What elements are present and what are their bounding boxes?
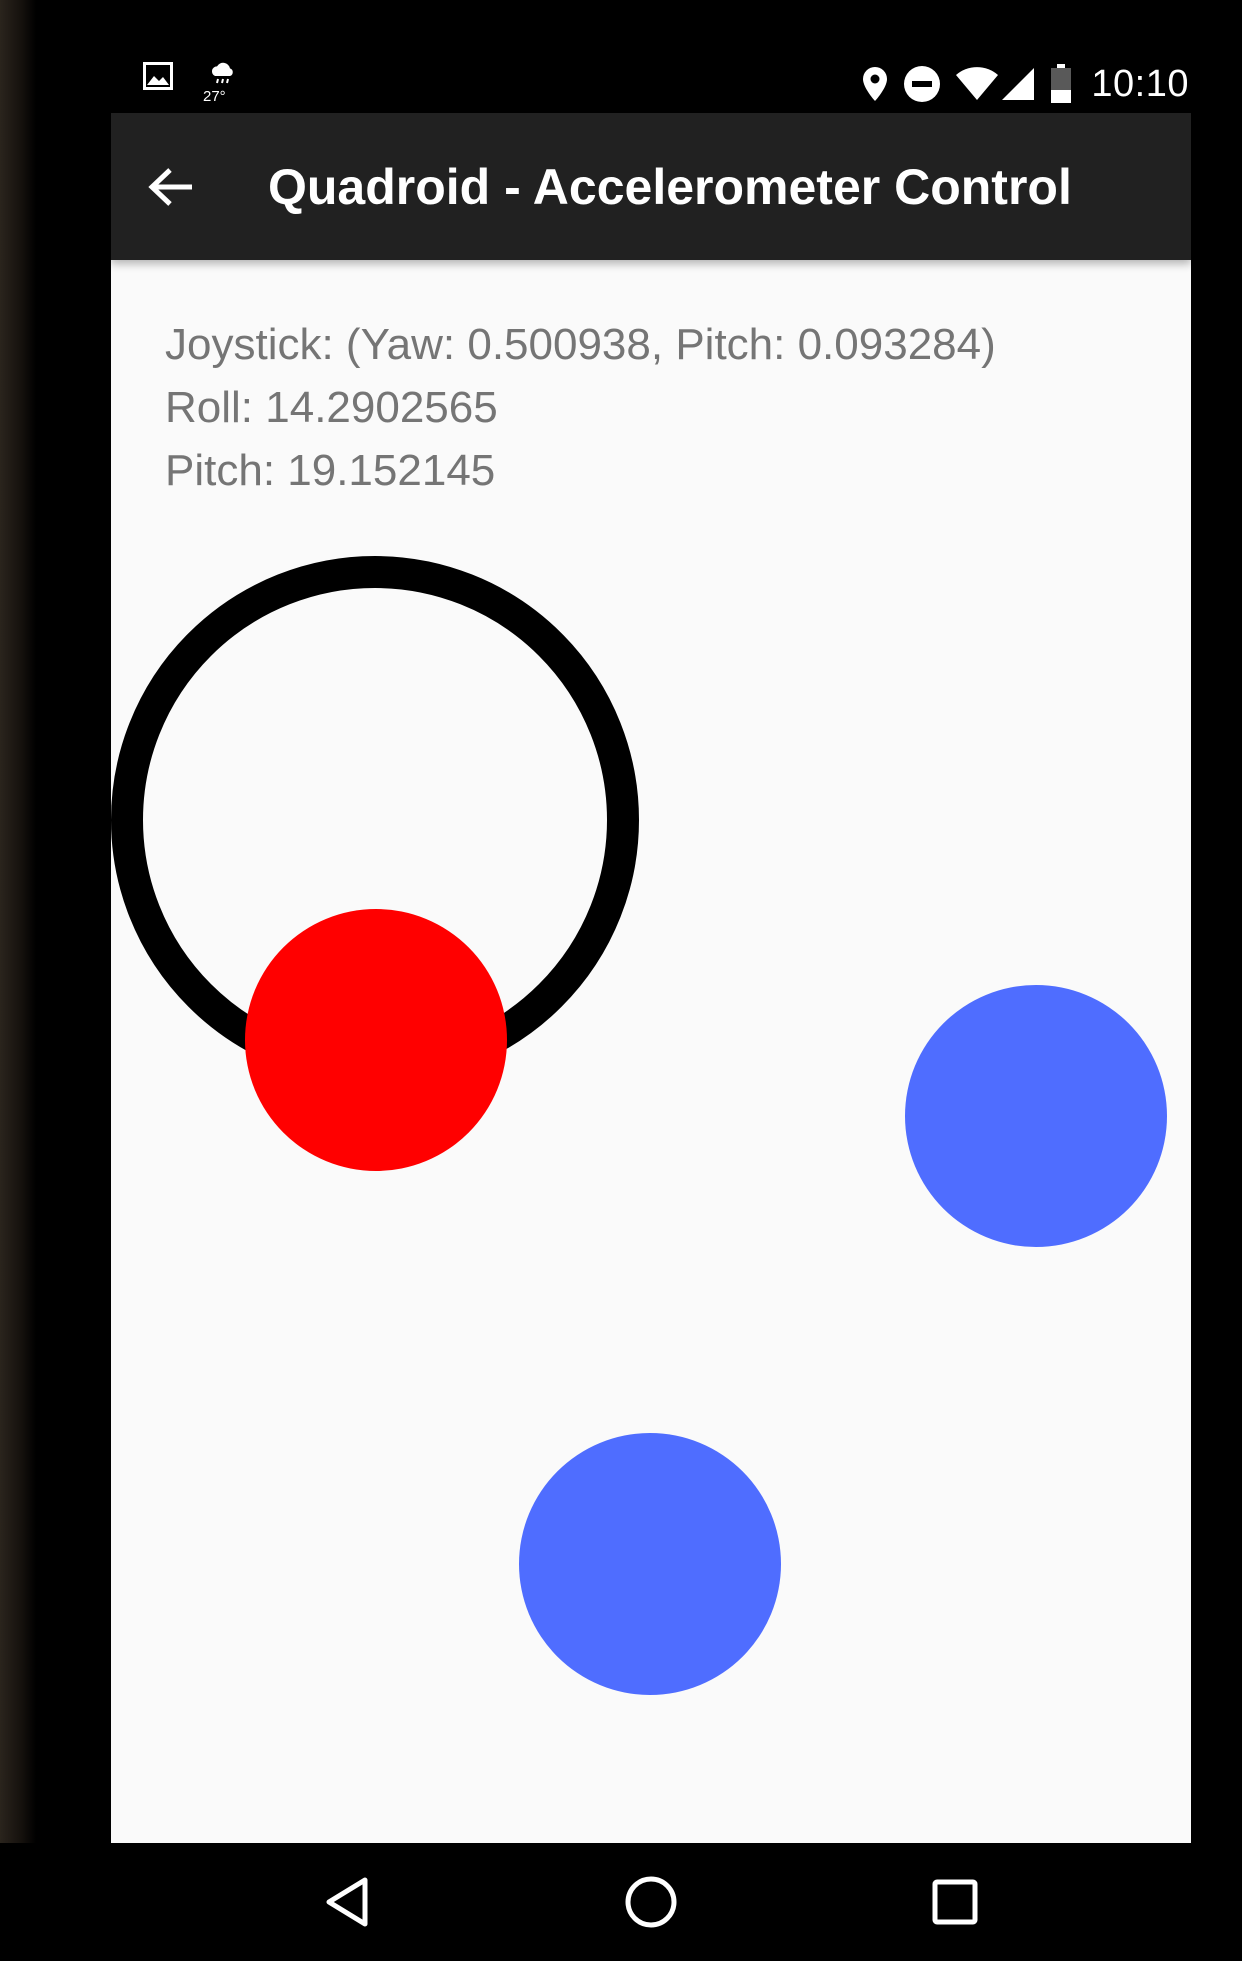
weather-temp: 27° bbox=[203, 88, 226, 105]
clock: 10:10 bbox=[1091, 62, 1189, 105]
image-icon bbox=[143, 62, 173, 90]
nav-home-icon bbox=[625, 1876, 677, 1928]
status-icons: 10:10 bbox=[847, 60, 1191, 108]
device-screen: 27° 10:10 Quadroid - Accelerometer Contr… bbox=[0, 0, 1242, 1961]
background-edge bbox=[0, 0, 36, 1961]
weather-icon: 27° bbox=[203, 62, 239, 110]
arrow-back-icon bbox=[148, 168, 192, 206]
location-icon bbox=[863, 67, 888, 101]
joystick-knob[interactable] bbox=[245, 909, 507, 1171]
battery-icon bbox=[1051, 64, 1072, 103]
page-title: Quadroid - Accelerometer Control bbox=[268, 159, 1072, 215]
navigation-bar bbox=[0, 1843, 1242, 1961]
bottom-control-button[interactable] bbox=[519, 1433, 781, 1695]
nav-back-button[interactable] bbox=[312, 1867, 382, 1937]
control-canvas[interactable] bbox=[111, 260, 1191, 1843]
nav-recents-icon bbox=[932, 1879, 978, 1925]
nav-back-icon bbox=[326, 1877, 368, 1927]
wifi-icon bbox=[956, 67, 999, 100]
toolbar: Quadroid - Accelerometer Control bbox=[111, 113, 1191, 260]
nav-home-button[interactable] bbox=[616, 1867, 686, 1937]
app-window: Quadroid - Accelerometer Control Joystic… bbox=[111, 113, 1191, 1843]
cell-signal-icon bbox=[1002, 68, 1035, 100]
nav-recents-button[interactable] bbox=[920, 1867, 990, 1937]
do-not-disturb-icon bbox=[904, 66, 941, 102]
back-button[interactable] bbox=[141, 157, 201, 217]
right-control-button[interactable] bbox=[905, 985, 1167, 1247]
